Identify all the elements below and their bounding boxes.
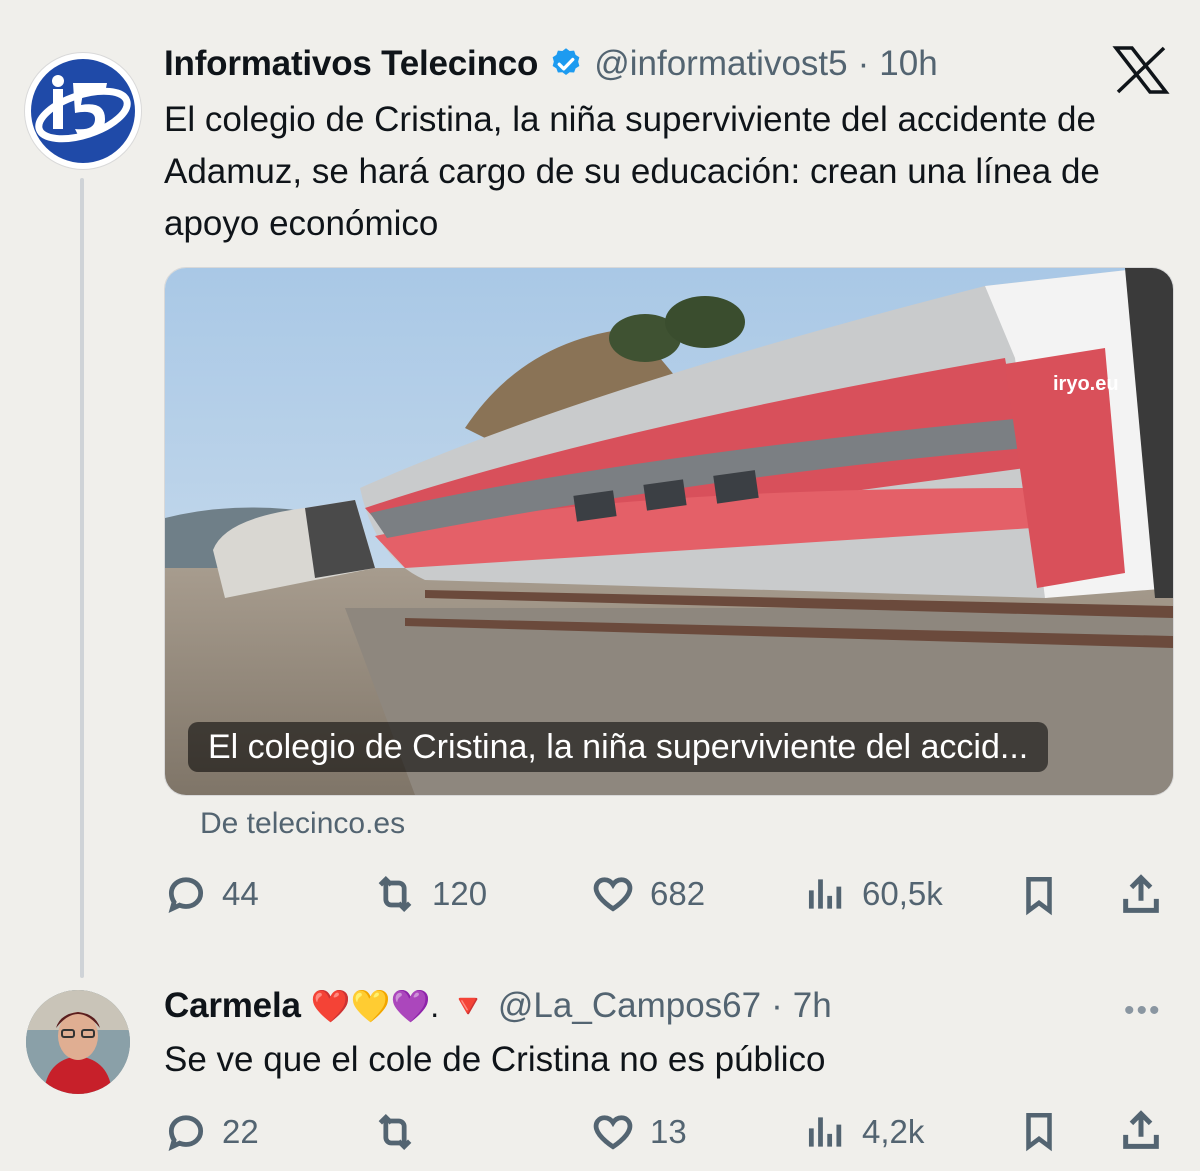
tweet-header: Informativos Telecinco @informativost5 ·… <box>164 44 938 84</box>
repost-icon <box>378 875 412 913</box>
views-button[interactable]: 60,5k <box>804 872 943 916</box>
more-options-icon[interactable]: ••• <box>1124 994 1162 1028</box>
views-icon <box>808 1117 842 1147</box>
reply-views-button[interactable]: 4,2k <box>804 1110 924 1154</box>
thread-line <box>80 178 84 978</box>
repost-button[interactable]: 120 <box>372 872 487 916</box>
verified-badge-icon <box>548 46 584 82</box>
repost-count: 120 <box>432 875 488 912</box>
share-icon <box>1123 1110 1159 1149</box>
author-name[interactable]: Informativos Telecinco <box>164 44 538 84</box>
reply-count: 44 <box>222 875 259 912</box>
telecinco-avatar[interactable] <box>24 52 142 170</box>
reply-separator-dot: · <box>771 986 783 1025</box>
reply-author-handle[interactable]: @La_Campos67 <box>498 986 761 1026</box>
reply-like-count: 13 <box>650 1113 687 1150</box>
reply-time[interactable]: 7h <box>793 986 832 1026</box>
reply-reply-count: 22 <box>222 1113 259 1150</box>
reply-like-button[interactable]: 13 <box>590 1110 687 1154</box>
share-icon <box>1123 874 1159 913</box>
reply-text: Se ve que el cole de Cristina no es públ… <box>164 1040 826 1079</box>
reply-icon <box>168 1115 204 1152</box>
views-icon <box>808 879 842 909</box>
train-brand-label: iryo.eu <box>1053 373 1119 395</box>
reply-author-name[interactable]: Carmela <box>164 986 301 1026</box>
bookmark-button[interactable] <box>1018 872 1060 918</box>
emoji-hearts-icon: ❤️💛💜. 🔻 <box>310 988 488 1024</box>
reply-repost-button[interactable] <box>372 1110 432 1154</box>
author-handle[interactable]: @informativost5 <box>594 44 847 84</box>
repost-icon <box>378 1113 412 1151</box>
reply-icon <box>168 877 204 914</box>
x-logo-icon <box>1112 46 1170 99</box>
carmela-avatar[interactable] <box>26 990 130 1094</box>
bookmark-icon <box>1026 1112 1052 1152</box>
separator-dot: · <box>857 44 870 83</box>
link-card[interactable]: iryo.eu <box>164 267 1174 796</box>
tweet-time[interactable]: 10h <box>879 44 937 84</box>
heart-icon <box>593 1115 633 1150</box>
bookmark-icon <box>1026 876 1052 916</box>
card-source[interactable]: De telecinco.es <box>200 807 405 841</box>
like-count: 682 <box>650 875 706 912</box>
views-count: 60,5k <box>862 875 943 912</box>
reply-share-button[interactable] <box>1118 1108 1164 1154</box>
share-button[interactable] <box>1118 872 1164 918</box>
tweet-text: El colegio de Cristina, la niña superviv… <box>164 100 1100 243</box>
reply-header: Carmela ❤️💛💜. 🔻 @La_Campos67 · 7h <box>164 986 832 1026</box>
like-button[interactable]: 682 <box>590 872 705 916</box>
reply-button[interactable]: 44 <box>164 872 259 916</box>
reply-reply-button[interactable]: 22 <box>164 1110 259 1154</box>
heart-icon <box>593 877 633 912</box>
reply-bookmark-button[interactable] <box>1018 1108 1060 1154</box>
card-caption: El colegio de Cristina, la niña superviv… <box>188 722 1049 772</box>
reply-views-count: 4,2k <box>862 1113 925 1150</box>
train-accident-photo: iryo.eu <box>165 268 1173 795</box>
